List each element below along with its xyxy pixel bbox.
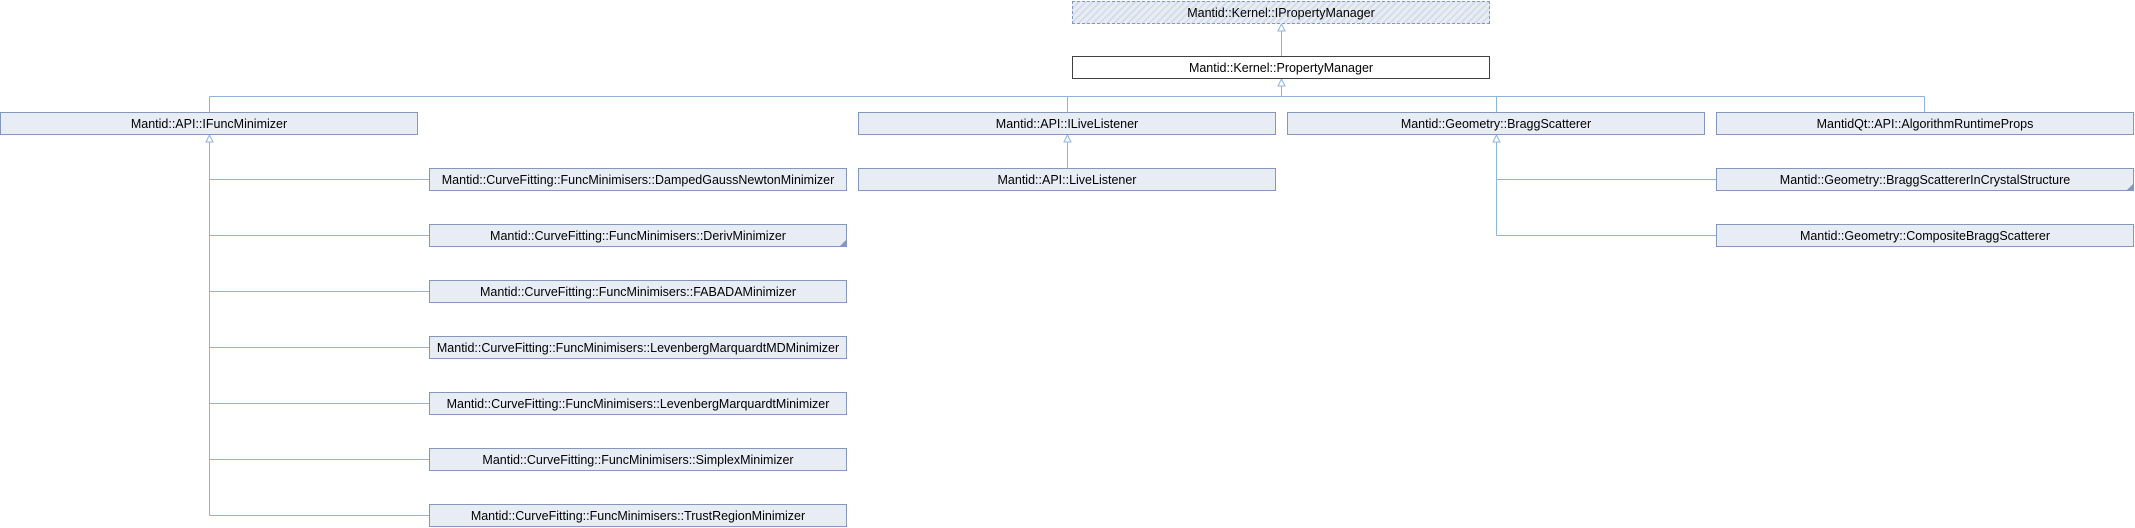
arrowhead-ilive-listener — [1063, 133, 1072, 143]
arrowhead-property-manager — [1277, 77, 1286, 87]
node-simplex-minimizer[interactable]: Mantid::CurveFitting::FuncMinimisers::Si… — [429, 448, 847, 471]
node-fabada-minimizer[interactable]: Mantid::CurveFitting::FuncMinimisers::FA… — [429, 280, 847, 303]
node-iproperty-manager[interactable]: Mantid::Kernel::IPropertyManager — [1072, 1, 1490, 24]
node-property-manager: Mantid::Kernel::PropertyManager — [1072, 56, 1490, 79]
node-levenberg-marquardt-minimizer[interactable]: Mantid::CurveFitting::FuncMinimisers::Le… — [429, 392, 847, 415]
node-damped-gauss-newton-minimizer[interactable]: Mantid::CurveFitting::FuncMinimisers::Da… — [429, 168, 847, 191]
inheritance-edges — [205, 22, 1925, 516]
arrowhead-iproperty-manager — [1277, 22, 1286, 32]
node-bragg-scatterer-in-crystal-structure[interactable]: Mantid::Geometry::BraggScattererInCrysta… — [1716, 168, 2134, 191]
inheritance-diagram: Mantid::Kernel::IPropertyManager Mantid:… — [0, 0, 2135, 528]
node-algorithm-runtime-props[interactable]: MantidQt::API::AlgorithmRuntimeProps — [1716, 112, 2134, 135]
node-trust-region-minimizer[interactable]: Mantid::CurveFitting::FuncMinimisers::Tr… — [429, 504, 847, 527]
node-ilive-listener[interactable]: Mantid::API::ILiveListener — [858, 112, 1276, 135]
arrowhead-bragg-scatterer — [1492, 133, 1501, 143]
node-live-listener[interactable]: Mantid::API::LiveListener — [858, 168, 1276, 191]
node-deriv-minimizer[interactable]: Mantid::CurveFitting::FuncMinimisers::De… — [429, 224, 847, 247]
arrowhead-ifunc-minimizer — [205, 133, 214, 143]
node-ifunc-minimizer[interactable]: Mantid::API::IFuncMinimizer — [0, 112, 418, 135]
node-bragg-scatterer[interactable]: Mantid::Geometry::BraggScatterer — [1287, 112, 1705, 135]
node-levenberg-marquardt-md-minimizer[interactable]: Mantid::CurveFitting::FuncMinimisers::Le… — [429, 336, 847, 359]
node-composite-bragg-scatterer[interactable]: Mantid::Geometry::CompositeBraggScattere… — [1716, 224, 2134, 247]
